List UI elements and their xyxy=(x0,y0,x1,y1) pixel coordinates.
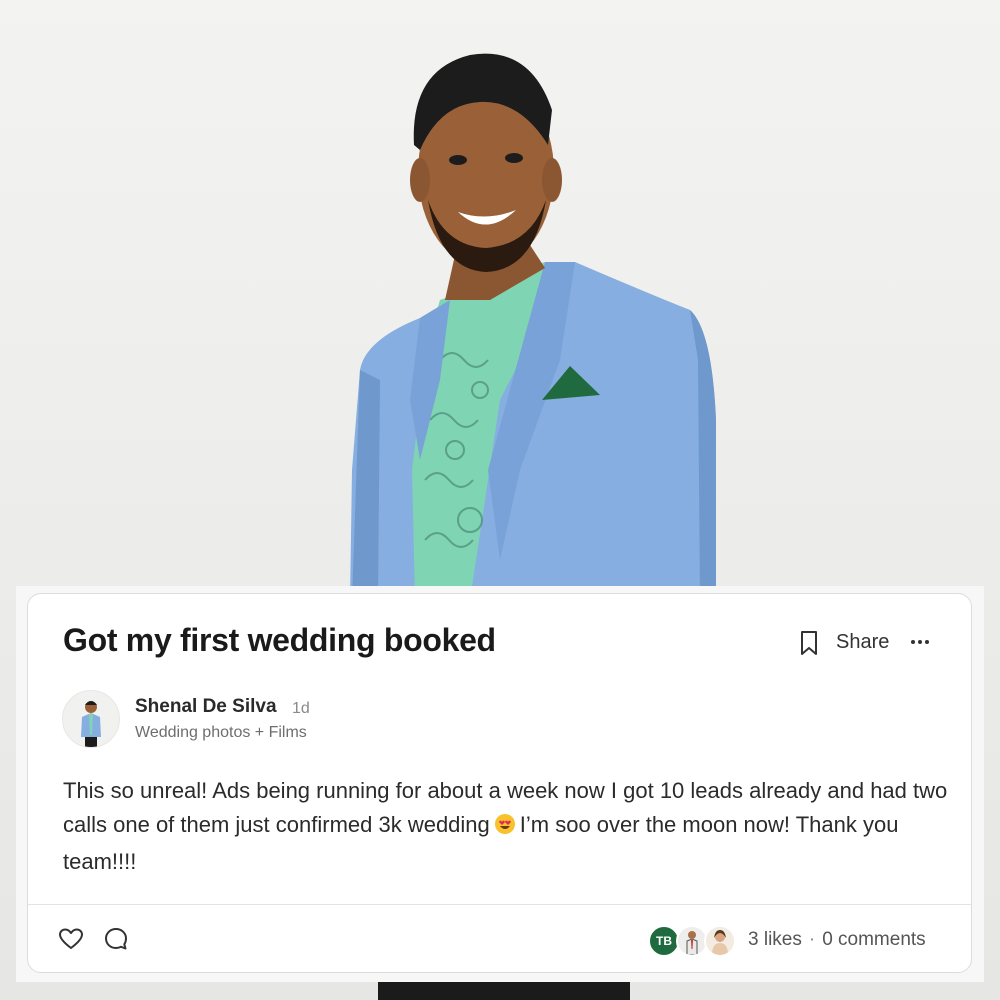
liker-avatar[interactable] xyxy=(704,925,736,957)
comments-count[interactable]: 0 comments xyxy=(822,929,925,950)
author-subtitle: Wedding photos + Films xyxy=(135,724,307,741)
likers-avatars[interactable]: TB xyxy=(648,925,738,957)
footer-divider xyxy=(28,904,971,905)
stats-separator: · xyxy=(808,929,816,950)
more-icon xyxy=(911,640,929,644)
post-stats: 3 likes · 0 comments xyxy=(748,929,926,951)
bookmark-icon xyxy=(801,631,817,655)
liker-photo xyxy=(706,927,734,955)
comment-icon xyxy=(105,928,127,950)
author-avatar[interactable] xyxy=(62,690,120,748)
author-name[interactable]: Shenal De Silva xyxy=(135,696,277,718)
likes-count[interactable]: 3 likes xyxy=(748,929,802,950)
post-body: This so unreal! Ads being running for ab… xyxy=(63,774,953,879)
more-options-button[interactable] xyxy=(908,630,932,654)
share-button[interactable]: Share xyxy=(836,631,889,654)
post-card: Got my first wedding booked Share Shenal… xyxy=(27,593,972,973)
avatar-image xyxy=(63,691,119,747)
heart-eyes-emoji xyxy=(494,811,516,845)
post-timestamp: 1d xyxy=(292,700,310,717)
heart-icon xyxy=(59,928,83,949)
bookmark-button[interactable] xyxy=(796,628,822,658)
liker-photo xyxy=(678,927,706,955)
post-title: Got my first wedding booked xyxy=(63,622,496,658)
comment-button[interactable] xyxy=(103,926,129,952)
like-button[interactable] xyxy=(58,926,84,952)
